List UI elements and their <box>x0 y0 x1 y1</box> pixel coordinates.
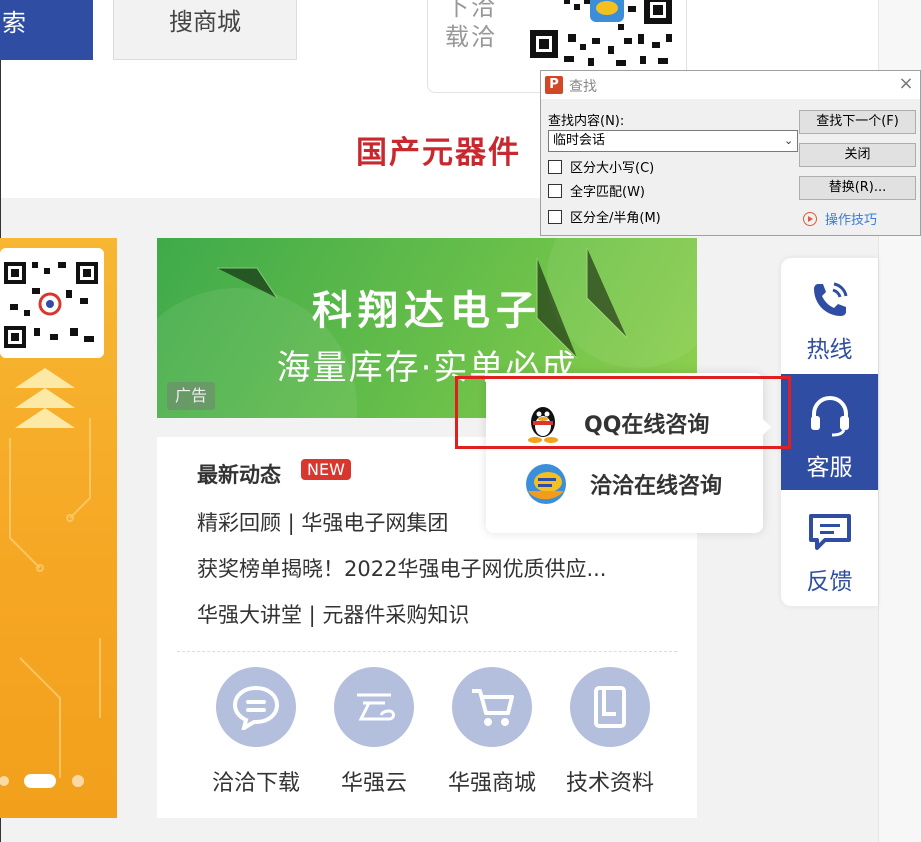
match-case-checkbox[interactable]: 区分大小写(C) <box>548 157 654 176</box>
close-button[interactable]: 关闭 <box>799 143 916 167</box>
document-icon <box>594 686 626 728</box>
quick-link-tech-docs[interactable]: 技术资料 <box>560 667 660 797</box>
presentation-app-icon: P <box>545 76 563 94</box>
ad-title: 科翔达电子 <box>312 288 542 334</box>
width-sensitive-checkbox[interactable]: 区分全/半角(M) <box>548 207 661 226</box>
find-dialog-titlebar[interactable]: P 查找 × <box>541 71 920 99</box>
phone-icon <box>813 282 847 316</box>
checkbox-box[interactable] <box>548 183 562 198</box>
quick-link-huaqiang-cloud[interactable]: 华强云 <box>324 667 424 797</box>
carousel-dot <box>0 776 9 786</box>
close-icon[interactable]: × <box>895 73 917 95</box>
play-icon <box>803 211 817 226</box>
news-item[interactable]: 华强大讲堂 | 元器件采购知识 <box>197 599 667 629</box>
whole-word-checkbox[interactable]: 全字匹配(W) <box>548 181 645 200</box>
headset-icon <box>810 395 849 437</box>
find-content-input[interactable]: 临时会话 ⌄ <box>548 130 798 152</box>
qiaqia-consult-label: 洽洽在线咨询 <box>590 474 723 499</box>
app-download-text: 下洽 载洽 <box>445 0 497 51</box>
hotline-button[interactable]: 热线 <box>781 258 878 374</box>
find-dialog: P 查找 × 查找内容(N): 临时会话 ⌄ 区分大小写(C) 全字匹配(W) … <box>540 70 921 236</box>
checkbox-label: 区分大小写(C) <box>570 161 655 176</box>
checkbox-box[interactable] <box>548 209 562 224</box>
hotline-label: 热线 <box>806 337 853 363</box>
service-label: 客服 <box>806 455 853 481</box>
news-title: 最新动态 <box>197 463 281 487</box>
quick-link-label: 华强云 <box>340 771 407 796</box>
quick-link-qiaqia-download[interactable]: 洽洽下载 <box>206 667 306 797</box>
find-next-button[interactable]: 查找下一个(F) <box>799 110 916 134</box>
yellow-qr-code-icon <box>0 248 104 358</box>
side-toolbar: 热线 客服 反馈 <box>781 258 878 606</box>
news-item[interactable]: 获奖榜单揭晓！2022华强电子网优质供应... <box>197 553 667 583</box>
feedback-icon <box>808 514 851 550</box>
quick-link-label: 华强商城 <box>447 771 536 796</box>
tips-label: 操作技巧 <box>825 213 878 228</box>
find-content-label: 查找内容(N): <box>548 114 625 129</box>
find-content-value: 临时会话 <box>553 133 606 148</box>
checkbox-box[interactable] <box>548 159 562 174</box>
carousel-dots[interactable] <box>0 770 117 792</box>
new-badge: NEW <box>301 459 351 480</box>
quick-link-label: 洽洽下载 <box>211 771 300 796</box>
qiaqia-consult-item[interactable]: 洽洽在线咨询 <box>524 462 722 506</box>
highlight-box <box>455 376 791 449</box>
chat-bubble-icon <box>232 685 280 730</box>
checkbox-label: 区分全/半角(M) <box>570 211 661 226</box>
carousel-dot <box>72 775 84 787</box>
customer-service-button[interactable]: 客服 <box>781 374 878 490</box>
slogan-text: 国产元器件 <box>356 135 521 171</box>
feedback-button[interactable]: 反馈 <box>781 490 878 606</box>
news-divider <box>177 651 677 652</box>
checkbox-label: 全字匹配(W) <box>570 185 645 200</box>
app-qr-code-icon <box>528 0 678 72</box>
search-button[interactable]: 索 <box>0 0 93 60</box>
cart-icon <box>472 689 514 726</box>
chevron-down-icon[interactable]: ⌄ <box>784 131 793 151</box>
qiaqia-chat-icon <box>526 464 566 504</box>
quick-link-huaqiang-mall[interactable]: 华强商城 <box>442 667 542 797</box>
quick-link-label: 技术资料 <box>565 771 654 796</box>
find-dialog-title: 查找 <box>569 79 597 95</box>
cloud-icon <box>357 693 395 721</box>
carousel-dot-active <box>24 774 56 788</box>
replace-button[interactable]: 替换(R)... <box>799 176 916 200</box>
mall-search-button[interactable]: 搜商城 <box>113 0 297 60</box>
tips-link[interactable]: 操作技巧 <box>803 209 877 228</box>
feedback-label: 反馈 <box>806 569 853 595</box>
ad-label: 广告 <box>167 382 215 410</box>
